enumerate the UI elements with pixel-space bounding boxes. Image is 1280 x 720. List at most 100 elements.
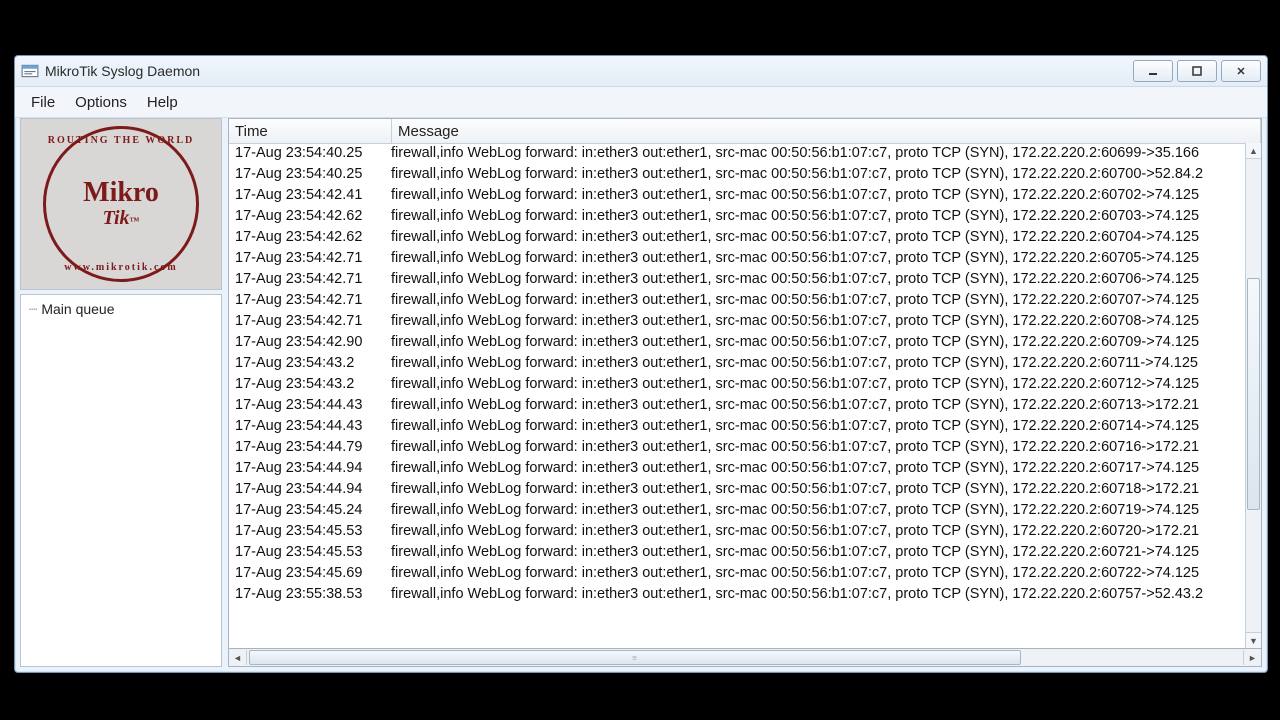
log-message: firewall,info WebLog forward: in:ether3 …	[385, 290, 1246, 311]
log-row[interactable]: 17-Aug 23:54:40.25firewall,info WebLog f…	[229, 164, 1246, 185]
scroll-down-button[interactable]: ▼	[1246, 632, 1261, 648]
titlebar[interactable]: MikroTik Syslog Daemon	[15, 56, 1267, 87]
log-message: firewall,info WebLog forward: in:ether3 …	[385, 185, 1246, 206]
column-header-message[interactable]: Message	[392, 119, 1261, 143]
log-message: firewall,info WebLog forward: in:ether3 …	[385, 248, 1246, 269]
log-row[interactable]: 17-Aug 23:54:45.53firewall,info WebLog f…	[229, 521, 1246, 542]
log-row[interactable]: 17-Aug 23:54:40.25firewall,info WebLog f…	[229, 143, 1246, 164]
log-row[interactable]: 17-Aug 23:54:42.71firewall,info WebLog f…	[229, 311, 1246, 332]
log-message: firewall,info WebLog forward: in:ether3 …	[385, 479, 1246, 500]
log-message: firewall,info WebLog forward: in:ether3 …	[385, 374, 1246, 395]
scroll-up-button[interactable]: ▲	[1246, 143, 1261, 159]
client-area: ROUTING THE WORLD Mikro Tik™ www.mikroti…	[20, 118, 1262, 667]
log-message: firewall,info WebLog forward: in:ether3 …	[385, 332, 1246, 353]
window-title: MikroTik Syslog Daemon	[45, 63, 1133, 79]
log-row[interactable]: 17-Aug 23:54:45.24firewall,info WebLog f…	[229, 500, 1246, 521]
log-time: 17-Aug 23:54:44.79	[229, 437, 385, 458]
column-headers: Time Message	[229, 119, 1261, 144]
log-message: firewall,info WebLog forward: in:ether3 …	[385, 206, 1246, 227]
log-time: 17-Aug 23:54:42.71	[229, 248, 385, 269]
log-message: firewall,info WebLog forward: in:ether3 …	[385, 437, 1246, 458]
horizontal-scroll-thumb[interactable]: ≡	[249, 650, 1021, 665]
column-header-time[interactable]: Time	[229, 119, 392, 143]
menubar: File Options Help	[15, 87, 1267, 118]
log-message: firewall,info WebLog forward: in:ether3 …	[385, 353, 1246, 374]
horizontal-scrollbar[interactable]: ◄ ≡ ►	[228, 649, 1262, 667]
log-row[interactable]: 17-Aug 23:54:42.71firewall,info WebLog f…	[229, 269, 1246, 290]
log-row[interactable]: 17-Aug 23:54:45.69firewall,info WebLog f…	[229, 563, 1246, 584]
log-message: firewall,info WebLog forward: in:ether3 …	[385, 458, 1246, 479]
log-time: 17-Aug 23:54:44.94	[229, 458, 385, 479]
log-row[interactable]: 17-Aug 23:54:42.90firewall,info WebLog f…	[229, 332, 1246, 353]
log-message: firewall,info WebLog forward: in:ether3 …	[385, 416, 1246, 437]
log-row[interactable]: 17-Aug 23:54:42.71firewall,info WebLog f…	[229, 248, 1246, 269]
log-time: 17-Aug 23:54:45.53	[229, 542, 385, 563]
log-time: 17-Aug 23:54:45.53	[229, 521, 385, 542]
log-time: 17-Aug 23:54:40.25	[229, 164, 385, 185]
log-message: firewall,info WebLog forward: in:ether3 …	[385, 395, 1246, 416]
log-time: 17-Aug 23:54:42.71	[229, 269, 385, 290]
log-message: firewall,info WebLog forward: in:ether3 …	[385, 563, 1246, 584]
log-row[interactable]: 17-Aug 23:54:43.2firewall,info WebLog fo…	[229, 374, 1246, 395]
log-list[interactable]: Time Message 17-Aug 23:54:40.25firewall,…	[228, 118, 1262, 649]
log-message: firewall,info WebLog forward: in:ether3 …	[385, 311, 1246, 332]
log-row[interactable]: 17-Aug 23:55:38.53firewall,info WebLog f…	[229, 584, 1246, 605]
log-message: firewall,info WebLog forward: in:ether3 …	[385, 227, 1246, 248]
app-window: MikroTik Syslog Daemon File Options Help…	[14, 55, 1268, 673]
tree-item-main-queue[interactable]: Main queue	[29, 301, 213, 318]
log-time: 17-Aug 23:54:42.41	[229, 185, 385, 206]
log-time: 17-Aug 23:54:42.71	[229, 311, 385, 332]
logo-bot-arc: www.mikrotik.com	[46, 262, 196, 273]
left-panel: ROUTING THE WORLD Mikro Tik™ www.mikroti…	[20, 118, 222, 667]
log-time: 17-Aug 23:54:42.62	[229, 206, 385, 227]
log-message: firewall,info WebLog forward: in:ether3 …	[385, 269, 1246, 290]
log-row[interactable]: 17-Aug 23:54:42.71firewall,info WebLog f…	[229, 290, 1246, 311]
scroll-right-button[interactable]: ►	[1243, 650, 1261, 665]
log-time: 17-Aug 23:54:44.43	[229, 416, 385, 437]
log-time: 17-Aug 23:54:43.2	[229, 353, 385, 374]
log-message: firewall,info WebLog forward: in:ether3 …	[385, 521, 1246, 542]
log-time: 17-Aug 23:54:42.71	[229, 290, 385, 311]
log-message: firewall,info WebLog forward: in:ether3 …	[385, 143, 1246, 164]
log-time: 17-Aug 23:54:44.43	[229, 395, 385, 416]
log-row[interactable]: 17-Aug 23:54:43.2firewall,info WebLog fo…	[229, 353, 1246, 374]
log-time: 17-Aug 23:54:44.94	[229, 479, 385, 500]
log-message: firewall,info WebLog forward: in:ether3 …	[385, 542, 1246, 563]
logo-box: ROUTING THE WORLD Mikro Tik™ www.mikroti…	[20, 118, 222, 290]
tree-view[interactable]: Main queue	[20, 294, 222, 667]
log-row[interactable]: 17-Aug 23:54:42.41firewall,info WebLog f…	[229, 185, 1246, 206]
minimize-button[interactable]	[1133, 60, 1173, 82]
menu-file[interactable]: File	[21, 90, 65, 115]
logo-line2: Tik	[102, 207, 129, 229]
log-message: firewall,info WebLog forward: in:ether3 …	[385, 584, 1246, 605]
log-rows[interactable]: 17-Aug 23:54:40.25firewall,info WebLog f…	[229, 143, 1246, 648]
menu-options[interactable]: Options	[65, 90, 137, 115]
right-panel: Time Message 17-Aug 23:54:40.25firewall,…	[228, 118, 1262, 667]
scroll-left-button[interactable]: ◄	[229, 650, 247, 665]
close-button[interactable]	[1221, 60, 1261, 82]
log-message: firewall,info WebLog forward: in:ether3 …	[385, 500, 1246, 521]
log-message: firewall,info WebLog forward: in:ether3 …	[385, 164, 1246, 185]
log-row[interactable]: 17-Aug 23:54:44.94firewall,info WebLog f…	[229, 479, 1246, 500]
log-row[interactable]: 17-Aug 23:54:42.62firewall,info WebLog f…	[229, 227, 1246, 248]
log-row[interactable]: 17-Aug 23:54:44.79firewall,info WebLog f…	[229, 437, 1246, 458]
log-time: 17-Aug 23:54:45.24	[229, 500, 385, 521]
app-icon	[21, 62, 39, 80]
log-time: 17-Aug 23:54:45.69	[229, 563, 385, 584]
log-row[interactable]: 17-Aug 23:54:42.62firewall,info WebLog f…	[229, 206, 1246, 227]
mikrotik-logo-icon: ROUTING THE WORLD Mikro Tik™ www.mikroti…	[43, 126, 199, 282]
vertical-scroll-thumb[interactable]	[1247, 278, 1260, 510]
log-row[interactable]: 17-Aug 23:54:44.43firewall,info WebLog f…	[229, 395, 1246, 416]
logo-top-arc: ROUTING THE WORLD	[46, 135, 196, 146]
vertical-scrollbar[interactable]: ▲ ▼	[1245, 143, 1261, 648]
maximize-button[interactable]	[1177, 60, 1217, 82]
log-row[interactable]: 17-Aug 23:54:44.43firewall,info WebLog f…	[229, 416, 1246, 437]
menu-help[interactable]: Help	[137, 90, 188, 115]
log-time: 17-Aug 23:55:38.53	[229, 584, 385, 605]
log-time: 17-Aug 23:54:42.90	[229, 332, 385, 353]
logo-tm: ™	[130, 216, 140, 227]
horizontal-scroll-track[interactable]: ≡	[247, 649, 1243, 666]
log-row[interactable]: 17-Aug 23:54:45.53firewall,info WebLog f…	[229, 542, 1246, 563]
log-row[interactable]: 17-Aug 23:54:44.94firewall,info WebLog f…	[229, 458, 1246, 479]
log-time: 17-Aug 23:54:40.25	[229, 143, 385, 164]
